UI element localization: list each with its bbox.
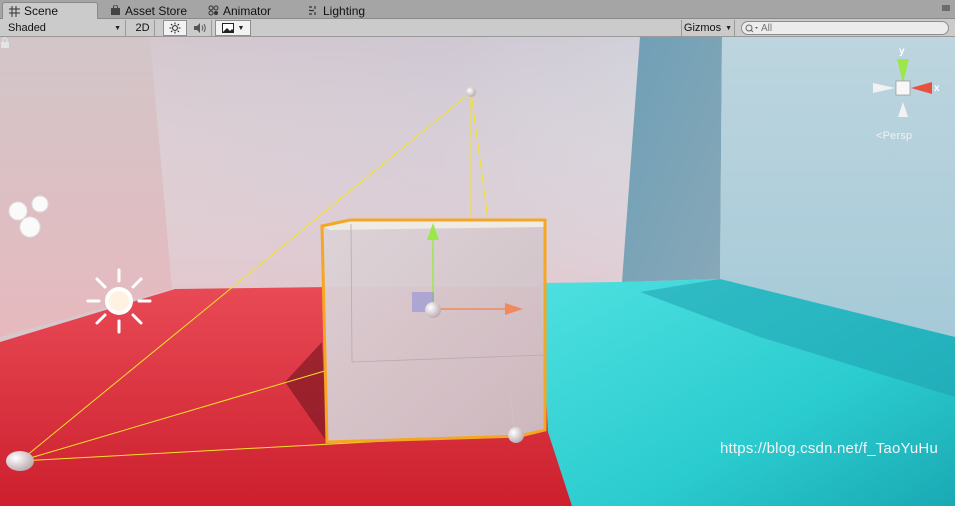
directional-light-icon[interactable] [86, 268, 152, 334]
grid-icon [9, 5, 20, 17]
gizmo-x-label: x [934, 83, 940, 94]
light-gizmo-left[interactable] [6, 451, 34, 471]
animator-nodes-icon [208, 5, 219, 16]
speaker-icon [193, 23, 206, 33]
search-input[interactable] [761, 22, 941, 34]
watermark-text: https://blog.csdn.net/f_TaoYuHu [720, 440, 939, 457]
tab-label: Asset Store [125, 3, 188, 18]
scene-lighting-toggle[interactable] [163, 20, 187, 36]
projection-toggle[interactable]: <Persp [876, 130, 912, 142]
light-gizmo-bottom[interactable] [508, 427, 524, 443]
move-center-handle[interactable] [425, 302, 441, 318]
store-bag-icon [111, 5, 120, 15]
gizmo-y-label: y [899, 46, 905, 57]
gizmo-center-cube[interactable] [895, 80, 911, 96]
draw-mode-dropdown[interactable]: Shaded ▼ [4, 20, 126, 36]
scene-effects-dropdown[interactable]: ▼ [215, 20, 251, 36]
scene-audio-toggle[interactable] [188, 20, 212, 36]
scene-canvas[interactable]: y x [0, 37, 955, 506]
lock-icon[interactable] [0, 37, 10, 49]
image-effects-icon [221, 23, 234, 33]
tab-lighting[interactable]: Lighting [302, 2, 371, 19]
window-controls [941, 3, 951, 13]
toggle-2d-label: 2D [135, 22, 150, 34]
tab-scene[interactable]: Scene [2, 2, 98, 19]
scene-viewport[interactable]: y x <Persp [0, 37, 955, 506]
gizmos-label: Gizmos [683, 22, 722, 34]
chevron-down-icon: ▼ [725, 24, 733, 32]
projection-label: Persp [882, 130, 913, 142]
tab-label: Animator [223, 3, 272, 18]
light-gizmo-top[interactable] [466, 87, 476, 97]
lighting-icon [309, 6, 316, 15]
panel-menu-icon[interactable] [941, 3, 951, 13]
tab-animator[interactable]: Animator [202, 2, 277, 19]
chevron-down-icon: ▼ [114, 24, 121, 32]
scene-tab-bar: Scene Asset Store Animator Lighting [0, 0, 955, 19]
scene-toolbar: Shaded ▼ 2D ▼ Gizmos ▼ [0, 19, 955, 37]
projection-icon: < [876, 130, 883, 142]
left-wall [0, 37, 172, 337]
toggle-2d-button[interactable]: 2D [131, 20, 155, 36]
sun-icon [169, 22, 181, 34]
search-icon [745, 24, 758, 32]
gizmos-dropdown[interactable]: Gizmos ▼ [681, 20, 735, 36]
chevron-down-icon: ▼ [237, 24, 245, 32]
draw-mode-label: Shaded [8, 22, 46, 34]
tab-asset-store[interactable]: Asset Store [104, 2, 193, 19]
tab-label: Scene [24, 4, 59, 18]
scene-search-field[interactable] [741, 21, 949, 35]
tab-label: Lighting [323, 3, 366, 18]
